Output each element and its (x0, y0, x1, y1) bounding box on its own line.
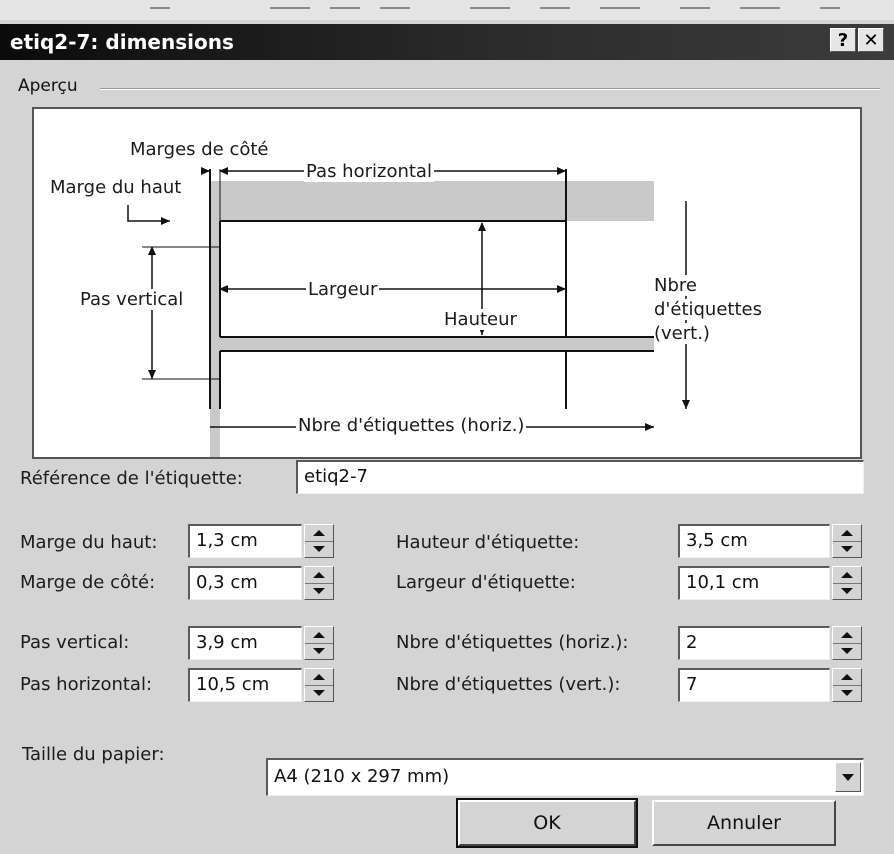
label-height-stepper[interactable] (832, 524, 862, 558)
spin-down-icon[interactable] (833, 643, 861, 659)
spin-up-icon[interactable] (305, 567, 333, 584)
horizontal-pitch-input[interactable]: 10,5 cm (188, 668, 302, 702)
horizontal-pitch-label: Pas horizontal: (20, 674, 153, 695)
spin-down-icon[interactable] (833, 541, 861, 557)
preview-diagram-svg (127, 167, 690, 457)
spin-down-icon[interactable] (305, 685, 333, 701)
spin-up-icon[interactable] (833, 525, 861, 542)
side-margins-caption: Marges de côté (130, 139, 269, 160)
spin-down-icon[interactable] (833, 583, 861, 599)
label-row-gap-shape (220, 337, 654, 351)
spin-up-icon[interactable] (833, 567, 861, 584)
left-margin-strip (210, 181, 220, 457)
preview-group-label: Aperçu (18, 76, 84, 96)
horizontal-pitch-stepper[interactable] (304, 668, 334, 702)
paper-size-value: A4 (210 x 297 mm) (274, 766, 450, 787)
vertical-pitch-label: Pas vertical: (20, 632, 130, 653)
horizontal-count-label: Nbre d'étiquettes (horiz.): (396, 632, 629, 653)
spin-down-icon[interactable] (833, 685, 861, 701)
vertical-count-label: Nbre d'étiquettes (vert.): (396, 674, 621, 695)
horizontal-count-stepper[interactable] (832, 626, 862, 660)
spin-up-icon[interactable] (833, 669, 861, 686)
label-row-top-shape (210, 181, 654, 221)
spin-up-icon[interactable] (305, 525, 333, 542)
spin-up-icon[interactable] (833, 627, 861, 644)
vertical-pitch-stepper[interactable] (304, 626, 334, 660)
label-preview-diagram: Marges de côté Marge du haut Pas horizon… (32, 107, 862, 459)
vertical-count-caption-line1: Nbre (654, 275, 697, 296)
vertical-pitch-input[interactable]: 3,9 cm (188, 626, 302, 660)
close-button[interactable]: ✕ (858, 28, 884, 52)
ok-button[interactable]: OK (456, 798, 638, 848)
help-button[interactable]: ? (830, 28, 856, 52)
spin-up-icon[interactable] (305, 669, 333, 686)
spin-down-icon[interactable] (305, 541, 333, 557)
label-height-label: Hauteur d'étiquette: (396, 532, 580, 553)
label-height-input[interactable]: 3,5 cm (678, 524, 830, 558)
reference-input[interactable]: etiq2-7 (296, 460, 864, 494)
help-icon: ? (837, 30, 849, 51)
horizontal-pitch-caption: Pas horizontal (304, 161, 434, 182)
background-toolbar-strip (0, 0, 894, 20)
cancel-button[interactable]: Annuler (652, 800, 836, 846)
side-margin-input[interactable]: 0,3 cm (188, 566, 302, 600)
paper-size-dropdown-button[interactable] (835, 762, 861, 792)
chevron-down-icon (842, 774, 854, 781)
horizontal-count-input[interactable]: 2 (678, 626, 830, 660)
width-caption: Largeur (306, 279, 380, 300)
spin-up-icon[interactable] (305, 627, 333, 644)
paper-size-select[interactable]: A4 (210 x 297 mm) (266, 758, 864, 796)
label-width-stepper[interactable] (832, 566, 862, 600)
title-bar: etiq2-7: dimensions ? ✕ (0, 24, 894, 60)
vertical-count-input[interactable]: 7 (678, 668, 830, 702)
side-margin-stepper[interactable] (304, 566, 334, 600)
label-dimensions-dialog: etiq2-7: dimensions ? ✕ Aperçu Marges de… (0, 20, 894, 854)
vertical-count-caption-line3: (vert.) (654, 323, 710, 344)
top-margin-input[interactable]: 1,3 cm (188, 524, 302, 558)
top-margin-caption: Marge du haut (50, 177, 182, 198)
label-width-input[interactable]: 10,1 cm (678, 566, 830, 600)
reference-label: Référence de l'étiquette: (20, 468, 243, 489)
close-icon: ✕ (863, 30, 879, 51)
height-caption: Hauteur (444, 309, 517, 330)
vertical-count-stepper[interactable] (832, 668, 862, 702)
side-margin-label: Marge de côté: (20, 572, 156, 593)
window-title: etiq2-7: dimensions (10, 30, 234, 54)
spin-down-icon[interactable] (305, 583, 333, 599)
top-margin-stepper[interactable] (304, 524, 334, 558)
top-margin-label: Marge du haut: (20, 532, 158, 553)
paper-size-label: Taille du papier: (22, 744, 165, 765)
spin-down-icon[interactable] (305, 643, 333, 659)
vertical-count-caption-line2: d'étiquettes (654, 299, 762, 320)
label-width-label: Largeur d'étiquette: (396, 572, 576, 593)
horizontal-count-caption: Nbre d'étiquettes (horiz.) (296, 415, 527, 436)
group-divider (100, 88, 880, 90)
vertical-pitch-caption: Pas vertical (80, 289, 184, 310)
